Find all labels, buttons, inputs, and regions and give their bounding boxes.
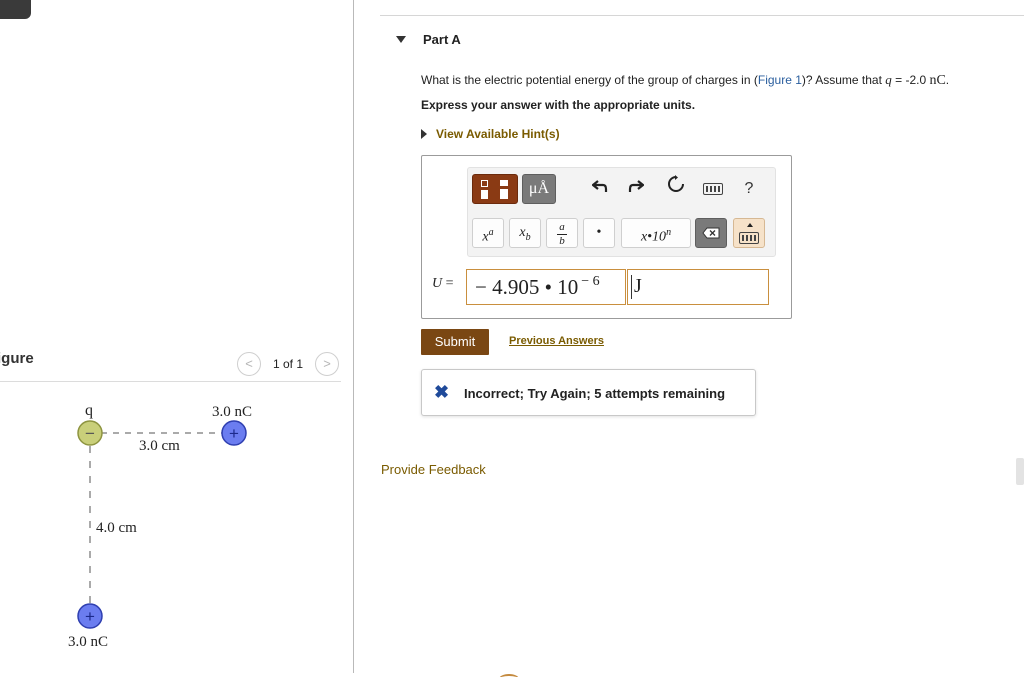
answer-variable-label: U = [432, 276, 454, 292]
answer-unit: J [634, 275, 642, 297]
redo-icon[interactable] [624, 174, 648, 204]
dot-button[interactable]: • [583, 218, 615, 248]
view-hints-toggle[interactable]: View Available Hint(s) [421, 127, 560, 141]
part-a-header[interactable]: Part A [380, 15, 1024, 62]
answer-instruction: Express your answer with the appropriate… [421, 98, 696, 112]
answer-variable: U [432, 276, 443, 291]
question-unit: nC [929, 73, 946, 88]
charge-q-label: q [85, 402, 93, 419]
subscript-sub: b [525, 231, 531, 243]
provide-feedback-link[interactable]: Provide Feedback [381, 462, 486, 477]
panel-divider [353, 0, 354, 673]
reset-icon[interactable] [664, 174, 688, 204]
figure-link[interactable]: Figure 1 [758, 73, 802, 87]
x-mark-icon: ✖ [434, 382, 450, 402]
sci-label: x•10 [640, 229, 667, 245]
figure-divider [0, 381, 341, 382]
figure-page-count: 1 of 1 [272, 357, 304, 371]
undo-icon[interactable] [588, 174, 612, 204]
incorrect-feedback: ✖ Incorrect; Try Again; 5 attempts remai… [421, 369, 756, 416]
subscript-button[interactable]: xb [509, 218, 541, 248]
scientific-notation-button[interactable]: x•10n [621, 218, 691, 248]
vertical-distance-label: 4.0 cm [96, 520, 137, 536]
text-cursor [631, 275, 632, 299]
scrollbar-thumb[interactable] [1016, 458, 1024, 485]
collapse-triangle-icon[interactable] [396, 36, 406, 43]
keyboard-toggle-icon[interactable] [733, 218, 765, 248]
question-text: What is the electric potential energy of… [421, 72, 949, 89]
fraction-button[interactable]: ab [546, 218, 578, 248]
submit-button[interactable]: Submit [421, 329, 489, 355]
chevron-left-icon[interactable]: < [237, 352, 261, 376]
units-button[interactable]: μÅ [522, 174, 556, 204]
help-button[interactable]: ? [738, 174, 760, 204]
answer-unit-input[interactable]: J [627, 269, 769, 305]
question-text-start: What is the electric potential energy of… [421, 73, 758, 87]
answer-equals: = [442, 276, 454, 291]
hints-label: View Available Hint(s) [436, 127, 560, 141]
expand-arrow-icon [421, 129, 427, 139]
math-toolbar: μÅ ? xa xb ab • x•10n [467, 167, 776, 257]
part-title: Part A [423, 32, 461, 47]
answer-box: μÅ ? xa xb ab • x•10n U = − 4.905 • 10− … [421, 155, 792, 319]
answer-value: − 4.905 • 10 [475, 275, 579, 299]
charge-right-sign: + [229, 424, 239, 443]
feedback-message: Incorrect; Try Again; 5 attempts remaini… [464, 386, 726, 401]
keyboard-icon[interactable] [700, 174, 726, 204]
superscript-button[interactable]: xa [472, 218, 504, 248]
charge-bottom-label: 3.0 nC [68, 634, 108, 650]
answer-value-input[interactable]: − 4.905 • 10− 6 [466, 269, 626, 305]
charge-q-sign: − [85, 424, 95, 443]
previous-answers-link[interactable]: Previous Answers [509, 335, 604, 347]
charge-diagram: q − 3.0 nC + 3.0 cm 4.0 cm + 3.0 nC [68, 402, 252, 650]
templates-icon[interactable] [472, 174, 518, 204]
backspace-icon[interactable] [695, 218, 727, 248]
chevron-right-icon[interactable]: > [315, 352, 339, 376]
question-text-middle: )? Assume that [801, 73, 886, 87]
charge-bottom-sign: + [85, 607, 95, 626]
fraction-top: a [559, 221, 565, 233]
charge-right-label: 3.0 nC [212, 404, 252, 420]
figure-heading: igure [0, 350, 34, 367]
question-equals: = -2.0 [891, 73, 930, 87]
superscript-exp: a [488, 227, 494, 238]
question-end: . [945, 73, 950, 87]
sci-exp: n [666, 227, 672, 238]
collapsed-panel-tab[interactable] [0, 0, 31, 19]
horizontal-distance-label: 3.0 cm [139, 438, 180, 454]
figure-pager: < 1 of 1 > [237, 352, 341, 376]
fraction-bottom: b [559, 235, 565, 247]
answer-exponent: − 6 [581, 274, 600, 289]
